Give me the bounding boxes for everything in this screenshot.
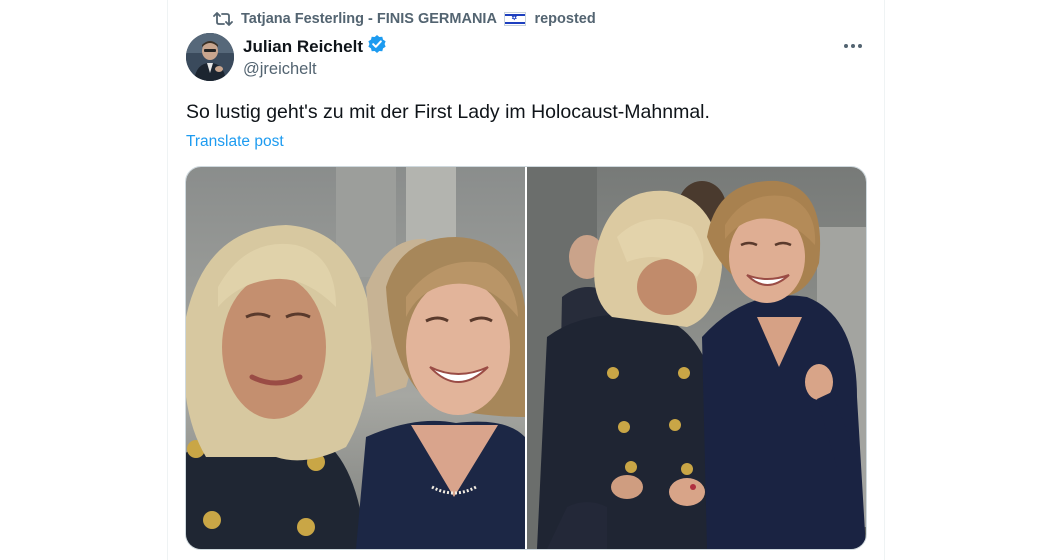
- post-text: So lustig geht's zu mit der First Lady i…: [186, 101, 710, 123]
- author-handle[interactable]: @jreichelt: [243, 60, 317, 79]
- dot-icon: [851, 44, 855, 48]
- dot-icon: [844, 44, 848, 48]
- author-name[interactable]: Julian Reichelt: [243, 37, 363, 57]
- israel-flag-icon: ✡: [504, 12, 527, 27]
- repost-suffix: reposted: [534, 11, 596, 27]
- author-name-row[interactable]: Julian Reichelt: [243, 34, 387, 59]
- verified-badge-icon: [367, 34, 387, 59]
- repost-header[interactable]: Tatjana Festerling - FINIS GERMANIA ✡ re…: [213, 9, 596, 29]
- repost-user-name[interactable]: Tatjana Festerling - FINIS GERMANIA: [241, 11, 496, 27]
- dot-icon: [858, 44, 862, 48]
- more-options-button[interactable]: [838, 36, 868, 56]
- avatar[interactable]: [186, 33, 234, 81]
- photo-1[interactable]: [186, 167, 525, 549]
- repost-icon: [213, 10, 233, 28]
- photo-2[interactable]: [527, 167, 866, 549]
- media-grid: [185, 166, 867, 550]
- translate-post-link[interactable]: Translate post: [186, 133, 284, 151]
